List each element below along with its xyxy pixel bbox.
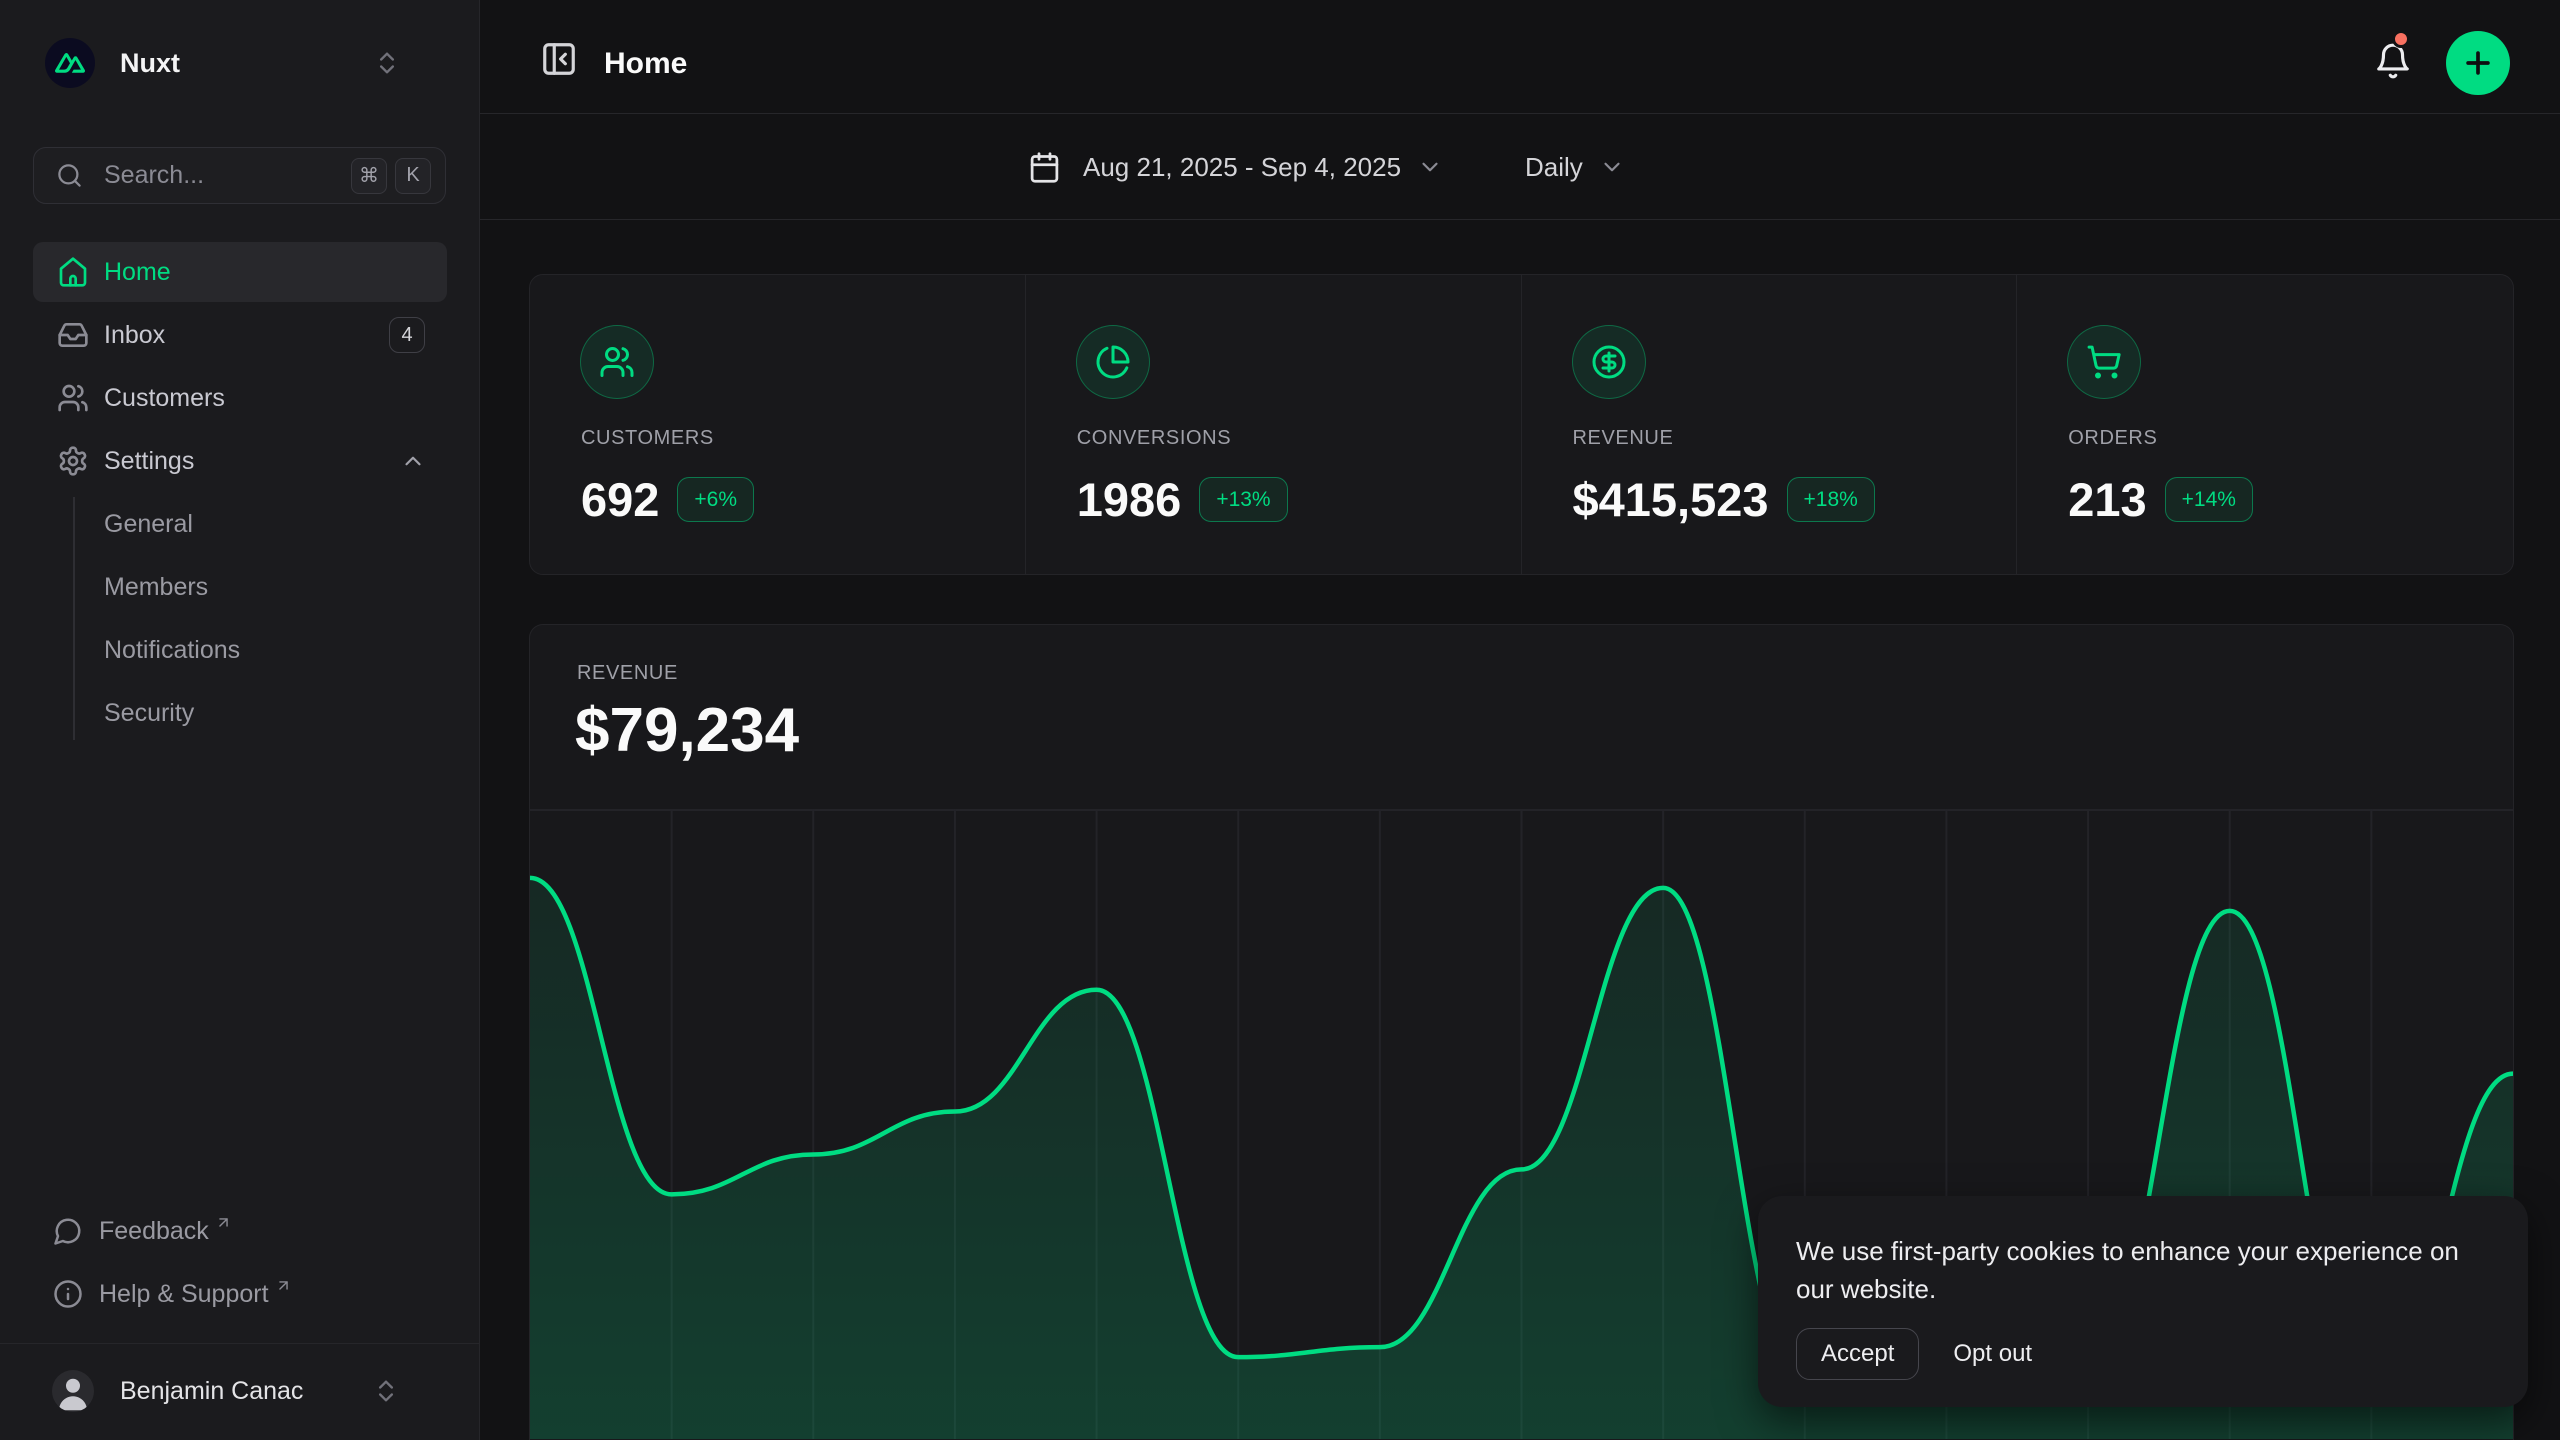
sidebar-item-general[interactable]: General (33, 494, 447, 554)
subnav-item-label: General (104, 510, 193, 539)
subnav-item-label: Members (104, 573, 208, 602)
cookie-banner: We use first-party cookies to enhance yo… (1758, 1196, 2528, 1407)
feedback-link[interactable]: Feedback (33, 1208, 447, 1254)
date-range-picker[interactable]: Aug 21, 2025 - Sep 4, 2025 (1020, 139, 1443, 195)
stat-delta-badge: +18% (1787, 477, 1875, 522)
home-icon (57, 256, 89, 288)
dashboard-page: Nuxt Search... ⌘ K Home (0, 0, 2560, 1440)
stat-label: CONVERSIONS (1077, 427, 1231, 450)
settings-subnav: General Members Notifications Security (33, 494, 447, 746)
team-switcher[interactable]: Nuxt (24, 30, 456, 96)
sidebar-item-label: Home (104, 258, 171, 287)
panel-left-icon[interactable] (540, 40, 578, 78)
chevron-down-icon (1599, 154, 1625, 180)
date-range-value: Aug 21, 2025 - Sep 4, 2025 (1083, 152, 1401, 183)
opt-out-button[interactable]: Opt out (1953, 1340, 2032, 1368)
sidebar-item-label: Inbox (104, 321, 165, 350)
chevrons-up-down-icon (373, 49, 401, 77)
avatar (52, 1370, 94, 1412)
sidebar-item-security[interactable]: Security (33, 683, 447, 743)
user-menu[interactable]: Benjamin Canac (24, 1356, 456, 1426)
shopping-cart-icon (2067, 325, 2141, 399)
add-button[interactable] (2446, 31, 2510, 95)
stat-value: 213 (2068, 472, 2146, 527)
pie-chart-icon (1076, 325, 1150, 399)
subnav-item-label: Notifications (104, 636, 240, 665)
search-placeholder: Search... (104, 161, 351, 190)
stat-delta-badge: +14% (2165, 477, 2253, 522)
stat-delta-badge: +6% (677, 477, 754, 522)
side-link-label: Feedback (99, 1217, 209, 1246)
stat-card-customers: CUSTOMERS 692 +6% (530, 275, 1026, 574)
bell-icon[interactable] (2374, 42, 2412, 80)
cookie-message: We use first-party cookies to enhance yo… (1796, 1232, 2486, 1308)
page-title: Home (604, 47, 687, 81)
sidebar-item-customers[interactable]: Customers (33, 368, 447, 428)
subnav-guide-line (73, 497, 75, 740)
side-link-label: Help & Support (99, 1280, 269, 1309)
search-input[interactable]: Search... ⌘ K (33, 147, 446, 204)
gear-icon (57, 445, 89, 477)
user-name: Benjamin Canac (120, 1377, 303, 1406)
calendar-icon (1028, 151, 1061, 184)
command-kbd: ⌘ (351, 158, 387, 194)
chevron-up-icon (400, 448, 426, 474)
stats-row: CUSTOMERS 692 +6% CONVERSIONS 1986 +13% … (529, 274, 2514, 575)
stat-card-orders: ORDERS 213 +14% (2017, 275, 2513, 574)
sidebar-item-notifications[interactable]: Notifications (33, 620, 447, 680)
help-support-link[interactable]: Help & Support (33, 1271, 447, 1317)
external-link-icon (215, 1214, 232, 1231)
inbox-count-badge: 4 (389, 317, 425, 353)
sidebar-item-members[interactable]: Members (33, 557, 447, 617)
circle-dollar-icon (1572, 325, 1646, 399)
revenue-chart-label: REVENUE (577, 662, 678, 685)
granularity-select[interactable]: Daily (1525, 139, 1625, 195)
stat-value: $415,523 (1573, 472, 1769, 527)
stat-delta-badge: +13% (1199, 477, 1287, 522)
granularity-value: Daily (1525, 152, 1583, 183)
chevron-down-icon (1417, 154, 1443, 180)
stat-value: 1986 (1077, 472, 1182, 527)
notification-dot (2392, 30, 2410, 48)
sidebar-item-settings[interactable]: Settings (33, 431, 447, 491)
message-circle-icon (53, 1216, 83, 1246)
stat-label: ORDERS (2068, 427, 2157, 450)
users-icon (57, 382, 89, 414)
users-icon (580, 325, 654, 399)
stat-label: CUSTOMERS (581, 427, 714, 450)
sidebar-item-label: Customers (104, 384, 225, 413)
team-name: Nuxt (120, 48, 180, 79)
stat-card-conversions: CONVERSIONS 1986 +13% (1026, 275, 1522, 574)
info-icon (53, 1279, 83, 1309)
external-link-icon (275, 1277, 292, 1294)
sidebar-nav: Home Inbox 4 Customers Settings (33, 242, 447, 494)
stat-label: REVENUE (1573, 427, 1674, 450)
plus-icon (2461, 46, 2495, 80)
stat-card-revenue: REVENUE $415,523 +18% (1522, 275, 2018, 574)
sidebar-item-label: Settings (104, 447, 194, 476)
accept-button[interactable]: Accept (1796, 1328, 1919, 1380)
inbox-icon (57, 319, 89, 351)
filter-toolbar: Aug 21, 2025 - Sep 4, 2025 Daily (480, 114, 2560, 220)
k-kbd: K (395, 158, 431, 194)
sidebar: Nuxt Search... ⌘ K Home (0, 0, 480, 1440)
sidebar-item-home[interactable]: Home (33, 242, 447, 302)
search-icon (56, 162, 83, 189)
sidebar-divider (0, 1343, 480, 1344)
nuxt-logo-icon (45, 38, 95, 88)
sidebar-item-inbox[interactable]: Inbox 4 (33, 305, 447, 365)
subnav-item-label: Security (104, 699, 194, 728)
stat-value: 692 (581, 472, 659, 527)
revenue-chart-total: $79,234 (575, 695, 799, 766)
main-header (480, 0, 2560, 114)
chevrons-up-down-icon (372, 1377, 400, 1405)
